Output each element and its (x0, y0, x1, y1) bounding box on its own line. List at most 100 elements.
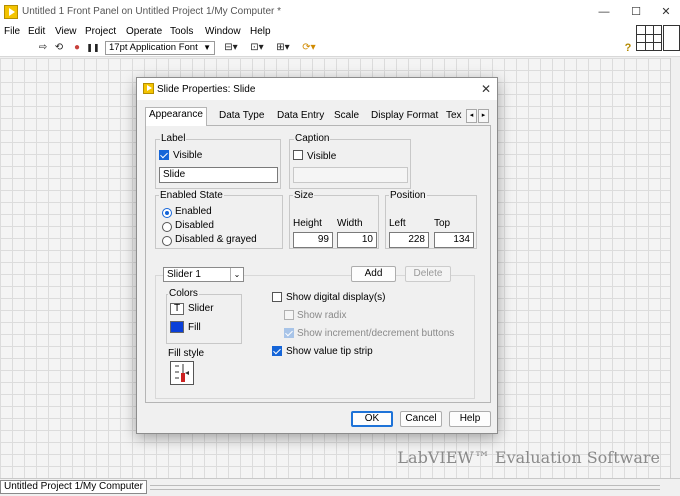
resize-objects-icon[interactable]: ⊞▾ (272, 41, 294, 55)
show-radix-label: Show radix (297, 310, 347, 321)
dialog-close-icon[interactable]: ✕ (481, 82, 491, 96)
fill-color-label: Fill (188, 322, 201, 333)
distribute-objects-icon[interactable]: ⊡▾ (246, 41, 268, 55)
show-digital-display-label: Show digital display(s) (286, 292, 386, 303)
horizontal-scrollbar[interactable] (150, 485, 660, 490)
position-group-title: Position (389, 190, 427, 201)
appearance-panel: Label Visible Slide Caption Visible Enab… (145, 125, 491, 403)
menu-project[interactable]: Project (85, 26, 116, 37)
maximize-button[interactable]: ☐ (626, 2, 646, 22)
delete-slider-button[interactable]: Delete (405, 266, 451, 282)
fill-style-label: Fill style (168, 348, 205, 359)
labview-dialog-icon (143, 83, 154, 94)
align-objects-icon[interactable]: ⊟▾ (220, 41, 242, 55)
top-field[interactable]: 134 (434, 232, 474, 248)
position-group: Position Left Top 228 134 (385, 190, 477, 249)
tab-appearance[interactable]: Appearance (145, 107, 207, 126)
show-value-tip-strip-label: Show value tip strip (286, 346, 373, 357)
dialog-title: Slide Properties: Slide (157, 84, 256, 95)
menu-view[interactable]: View (55, 26, 77, 37)
menu-tools[interactable]: Tools (170, 26, 193, 37)
label-visible-checkbox[interactable] (159, 150, 169, 160)
tab-scale[interactable]: Scale (331, 109, 362, 125)
reorder-icon[interactable]: ⟳▾ (298, 41, 320, 55)
run-continuously-icon[interactable]: ⟲ (52, 41, 66, 55)
caption-visible-label: Visible (307, 151, 337, 162)
font-select[interactable]: 17pt Application Font ▼ (105, 41, 215, 55)
menu-operate[interactable]: Operate (126, 26, 162, 37)
enabled-state-group: Enabled State Enabled Disabled Disabled … (155, 190, 283, 249)
caption-group: Caption Visible (289, 133, 411, 189)
left-label: Left (389, 218, 406, 229)
toolbar: ⇨ ⟲ ● ❚❚ 17pt Application Font ▼ ⊟▾ ⊡▾ ⊞… (0, 40, 680, 57)
menu-edit[interactable]: Edit (28, 26, 45, 37)
label-text-field[interactable]: Slide (159, 167, 278, 183)
status-bar: Untitled Project 1/My Computer (0, 478, 680, 496)
slider-select[interactable]: Slider 1 ⌄ (163, 267, 244, 282)
menu-file[interactable]: File (4, 26, 20, 37)
property-tabs: Appearance Data Type Data Entry Scale Di… (145, 107, 491, 126)
show-value-tip-strip-checkbox[interactable] (272, 346, 282, 356)
pause-icon[interactable]: ❚❚ (86, 41, 100, 55)
run-arrow-icon[interactable]: ⇨ (36, 41, 50, 55)
tab-text-labels[interactable]: Tex (443, 109, 465, 125)
disabled-option-label: Disabled (175, 220, 214, 231)
disabled-grayed-option-label: Disabled & grayed (175, 234, 257, 245)
window-title: Untitled 1 Front Panel on Untitled Proje… (22, 6, 282, 17)
fill-style-icon (175, 364, 189, 382)
dialog-titlebar: Slide Properties: Slide ✕ (137, 78, 497, 100)
width-label: Width (337, 218, 363, 229)
caption-text-field[interactable] (293, 167, 408, 183)
disabled-radio[interactable] (162, 222, 172, 232)
evaluation-watermark: LabVIEW™ Evaluation Software (397, 448, 660, 467)
label-group-title: Label (160, 133, 187, 144)
enabled-radio[interactable] (162, 208, 172, 218)
abort-icon[interactable]: ● (70, 41, 84, 55)
chevron-down-icon: ⌄ (230, 268, 243, 281)
size-group-title: Size (293, 190, 315, 201)
menu-window[interactable]: Window (205, 26, 241, 37)
caption-visible-checkbox[interactable] (293, 150, 303, 160)
close-window-button[interactable]: ✕ (656, 2, 676, 22)
colors-group: Colors T Slider Fill (166, 288, 242, 344)
ok-button[interactable]: OK (351, 411, 393, 427)
label-group: Label Visible Slide (155, 133, 281, 189)
width-field[interactable]: 10 (337, 232, 377, 248)
fill-color-swatch[interactable] (170, 321, 184, 333)
minimize-button[interactable]: — (594, 2, 614, 22)
chevron-down-icon: ▼ (203, 43, 211, 52)
help-button[interactable]: Help (449, 411, 491, 427)
slider-color-icon[interactable]: T (170, 303, 184, 315)
height-label: Height (293, 218, 322, 229)
enabled-option-label: Enabled (175, 206, 212, 217)
cancel-button[interactable]: Cancel (400, 411, 442, 427)
tab-data-type[interactable]: Data Type (216, 109, 267, 125)
add-slider-button[interactable]: Add (351, 266, 396, 282)
font-select-value: 17pt Application Font (109, 42, 198, 53)
project-path[interactable]: Untitled Project 1/My Computer (0, 480, 147, 494)
connector-pane-icon[interactable] (636, 25, 662, 51)
size-group: Size Height Width 99 10 (289, 190, 379, 249)
menu-help[interactable]: Help (250, 26, 271, 37)
show-digital-display-checkbox[interactable] (272, 292, 282, 302)
tab-scroll-right-icon[interactable]: ▸ (478, 109, 489, 123)
tab-data-entry[interactable]: Data Entry (274, 109, 327, 125)
enabled-state-title: Enabled State (159, 190, 224, 201)
fill-style-selector[interactable] (170, 361, 194, 385)
show-radix-checkbox[interactable] (284, 310, 294, 320)
top-label: Top (434, 218, 451, 229)
left-field[interactable]: 228 (389, 232, 429, 248)
menu-bar: File Edit View Project Operate Tools Win… (0, 24, 680, 40)
height-field[interactable]: 99 (293, 232, 333, 248)
tab-display-format[interactable]: Display Format (368, 109, 441, 125)
label-visible-label: Visible (173, 150, 203, 161)
disabled-grayed-radio[interactable] (162, 236, 172, 246)
vi-icon[interactable] (663, 25, 680, 51)
vertical-scrollbar[interactable] (670, 58, 680, 478)
slider-select-value: Slider 1 (167, 269, 201, 280)
context-help-icon[interactable]: ? (622, 41, 634, 55)
slide-properties-dialog: Slide Properties: Slide ✕ Appearance Dat… (136, 77, 498, 434)
tab-scroll-left-icon[interactable]: ◂ (466, 109, 477, 123)
show-increment-buttons-checkbox[interactable] (284, 328, 294, 338)
show-increment-buttons-label: Show increment/decrement buttons (297, 328, 455, 339)
